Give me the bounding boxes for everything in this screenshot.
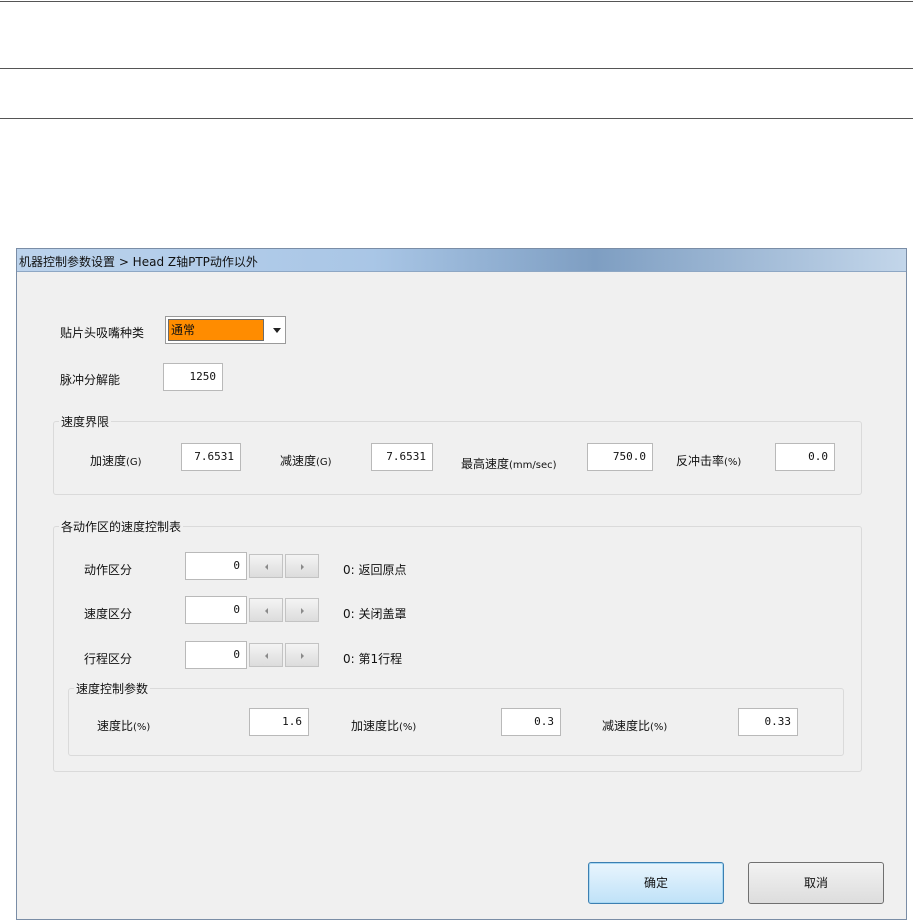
motion-section-next[interactable] [285, 554, 319, 578]
accel-unit: (G) [126, 457, 142, 468]
decel-ratio-unit: (%) [650, 722, 668, 733]
speed-section-desc: 0: 关闭盖罩 [343, 607, 407, 621]
speed-params-group [68, 688, 844, 756]
stroke-section-label: 行程区分 [84, 652, 133, 666]
decel-unit: (G) [316, 457, 332, 468]
speed-table-title: 各动作区的速度控制表 [59, 518, 184, 535]
title-bar[interactable]: 机器控制参数设置 > Head Z轴PTP动作以外 [17, 249, 906, 272]
arrow-left-icon [265, 653, 268, 659]
stroke-section-desc: 0: 第1行程 [343, 652, 403, 666]
arrow-right-icon [301, 608, 304, 614]
arrow-right-icon [301, 564, 304, 570]
recoil-label: 反冲击率 [676, 454, 725, 468]
speed-section-input[interactable]: 0 [185, 596, 247, 624]
top-rule [0, 1, 913, 2]
accel-label: 加速度 [90, 454, 127, 468]
accel-ratio-input[interactable]: 0.3 [501, 708, 561, 736]
speed-ratio-label-group: 速度比(%) [97, 717, 150, 734]
decel-label-group: 减速度(G) [280, 452, 332, 469]
ok-button[interactable]: 确定 [588, 862, 724, 904]
nozzle-type-label: 贴片头吸嘴种类 [60, 326, 145, 340]
nozzle-type-dropdown[interactable]: 通常 [165, 316, 286, 344]
max-speed-label: 最高速度 [461, 457, 510, 471]
decel-ratio-input[interactable]: 0.33 [738, 708, 798, 736]
motion-section-prev[interactable] [249, 554, 283, 578]
chevron-down-icon [273, 328, 281, 333]
dialog-window: 机器控制参数设置 > Head Z轴PTP动作以外 贴片头吸嘴种类 通常 脉冲分… [16, 248, 907, 920]
max-speed-label-group: 最高速度(mm/sec) [461, 455, 557, 472]
pulse-resolution-input[interactable]: 1250 [163, 363, 223, 391]
accel-ratio-label: 加速度比 [351, 719, 400, 733]
recoil-input[interactable]: 0.0 [775, 443, 835, 471]
recoil-unit: (%) [724, 457, 742, 468]
nozzle-type-value: 通常 [168, 319, 264, 341]
pulse-resolution-label: 脉冲分解能 [60, 373, 121, 387]
arrow-left-icon [265, 608, 268, 614]
dialog-client: 贴片头吸嘴种类 通常 脉冲分解能 1250 速度界限 加速度(G) 7.6531… [21, 272, 902, 915]
accel-ratio-unit: (%) [399, 722, 417, 733]
accel-label-group: 加速度(G) [90, 452, 142, 469]
speed-limit-title: 速度界限 [59, 413, 112, 430]
motion-section-input[interactable]: 0 [185, 552, 247, 580]
decel-ratio-label: 减速度比 [602, 719, 651, 733]
speed-section-label: 速度区分 [84, 607, 133, 621]
speed-section-prev[interactable] [249, 598, 283, 622]
lower-rule [0, 118, 913, 119]
accel-input[interactable]: 7.6531 [181, 443, 241, 471]
speed-section-next[interactable] [285, 598, 319, 622]
arrow-right-icon [301, 653, 304, 659]
cancel-button[interactable]: 取消 [748, 862, 884, 904]
accel-ratio-label-group: 加速度比(%) [351, 717, 416, 734]
max-speed-input[interactable]: 750.0 [587, 443, 653, 471]
motion-section-label: 动作区分 [84, 563, 133, 577]
decel-label: 减速度 [280, 454, 317, 468]
recoil-label-group: 反冲击率(%) [676, 452, 741, 469]
stroke-section-next[interactable] [285, 643, 319, 667]
middle-rule [0, 68, 913, 69]
speed-ratio-unit: (%) [133, 722, 151, 733]
arrow-left-icon [265, 564, 268, 570]
speed-ratio-label: 速度比 [97, 719, 134, 733]
window-title: 机器控制参数设置 > Head Z轴PTP动作以外 [19, 255, 258, 269]
speed-params-title: 速度控制参数 [74, 680, 151, 697]
decel-ratio-label-group: 减速度比(%) [602, 717, 667, 734]
decel-input[interactable]: 7.6531 [371, 443, 433, 471]
stroke-section-input[interactable]: 0 [185, 641, 247, 669]
max-speed-unit: (mm/sec) [509, 460, 557, 471]
speed-ratio-input[interactable]: 1.6 [249, 708, 309, 736]
motion-section-desc: 0: 返回原点 [343, 563, 407, 577]
stroke-section-prev[interactable] [249, 643, 283, 667]
